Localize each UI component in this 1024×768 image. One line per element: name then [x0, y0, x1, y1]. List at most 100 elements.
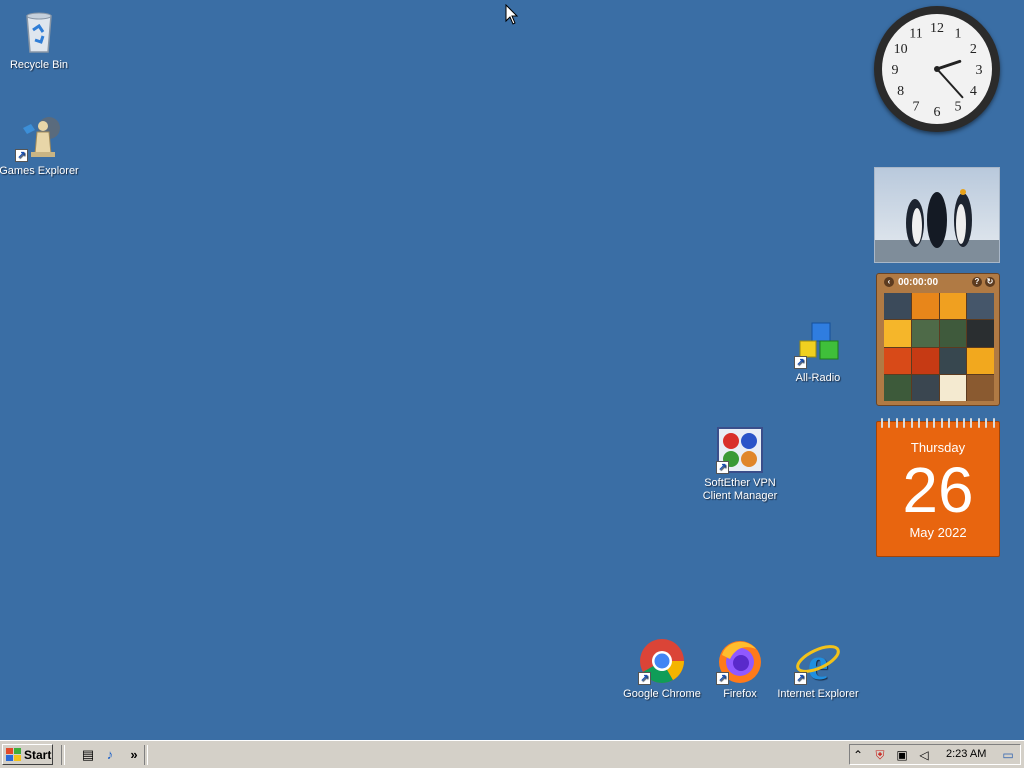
internet-explorer-icon: e ↗	[794, 637, 842, 689]
clock-numeral: 1	[955, 27, 962, 42]
puzzle-tile-empty	[967, 374, 994, 401]
recycle-bin-label: Recycle Bin	[9, 59, 69, 71]
softether-vpn-icon: ↗	[716, 426, 764, 474]
calendar-ring	[948, 418, 951, 428]
calendar-day: 26	[902, 454, 974, 526]
calendar-ring	[925, 418, 928, 428]
expand-tray-icon[interactable]: ⌃	[850, 747, 866, 763]
clock-numeral: 5	[955, 99, 962, 114]
puzzle-tile[interactable]	[967, 320, 994, 347]
clock-numeral: 9	[892, 63, 899, 78]
calendar-ring	[903, 418, 906, 428]
puzzle-tile[interactable]	[967, 347, 994, 374]
shortcut-arrow-icon: ↗	[716, 672, 729, 685]
desktop-icon-google-chrome[interactable]: ↗ Google Chrome	[620, 637, 704, 701]
calendar-ring	[895, 418, 898, 428]
puzzle-help-icon[interactable]: ?	[972, 277, 982, 287]
shortcut-arrow-icon: ↗	[638, 672, 651, 685]
clock-gadget[interactable]: 12 1 2 3 4 5 6 7 8 9 10 11	[874, 6, 1000, 132]
show-desktop-icon[interactable]: ▤	[80, 747, 96, 763]
puzzle-shuffle-icon[interactable]: ↻	[985, 277, 995, 287]
calendar-ring	[985, 418, 988, 428]
taskbar-clock[interactable]: 2:23 AM	[946, 748, 986, 760]
clock-numeral: 8	[897, 84, 904, 99]
taskbar-separator	[61, 745, 65, 765]
clock-numeral: 7	[913, 99, 920, 114]
desktop-icon-recycle-bin[interactable]: Recycle Bin	[0, 8, 81, 72]
shortcut-arrow-icon: ↗	[716, 461, 729, 474]
mouse-cursor-icon	[505, 4, 519, 25]
softether-vpn-label: SoftEther VPN Client Manager	[702, 477, 778, 502]
calendar-weekday: Thursday	[910, 440, 966, 455]
shortcut-arrow-icon: ↗	[15, 149, 28, 162]
puzzle-tile[interactable]	[939, 374, 967, 401]
clock-hour-hand	[935, 59, 962, 71]
network-icon[interactable]: ▣	[894, 747, 910, 763]
shortcut-arrow-icon: ↗	[794, 672, 807, 685]
puzzle-tile[interactable]	[911, 374, 939, 401]
games-explorer-icon: ↗	[15, 114, 63, 162]
quick-launch-more-icon[interactable]: »	[126, 747, 142, 763]
puzzle-tile[interactable]	[967, 293, 994, 320]
clock-minute-hand	[936, 68, 964, 99]
desktop-icon-firefox[interactable]: ↗ Firefox	[698, 637, 782, 701]
security-alert-icon[interactable]: ⛨	[872, 747, 888, 763]
chrome-icon: ↗	[638, 637, 686, 685]
puzzle-grid	[884, 293, 994, 401]
calendar-ring	[881, 418, 883, 428]
clock-numeral: 10	[894, 42, 908, 57]
calendar-ring	[910, 418, 913, 428]
firefox-icon: ↗	[716, 637, 764, 685]
clock-numeral: 2	[970, 42, 977, 57]
start-button[interactable]: Start	[2, 744, 53, 765]
clock-numeral: 12	[930, 21, 944, 36]
google-chrome-label: Google Chrome	[623, 688, 701, 700]
calendar-ring	[970, 418, 973, 428]
puzzle-timer: 00:00:00	[898, 276, 939, 288]
svg-text:e: e	[808, 638, 828, 685]
start-label: Start	[24, 747, 52, 762]
calendar-ring	[992, 418, 995, 428]
taskbar-separator	[144, 745, 148, 765]
puzzle-tile[interactable]	[939, 320, 967, 347]
all-radio-icon: ↗	[794, 321, 842, 369]
recycle-bin-icon	[15, 8, 63, 56]
puzzle-tile[interactable]	[939, 347, 967, 374]
desktop-icon-softether-vpn[interactable]: ↗ SoftEther VPN Client Manager	[698, 426, 782, 503]
calendar-ring	[888, 418, 891, 428]
penguins-image	[875, 168, 999, 262]
clock-numeral: 6	[934, 105, 941, 120]
desktop-icon-internet-explorer[interactable]: e ↗ Internet Explorer	[776, 637, 860, 701]
puzzle-tile[interactable]	[911, 347, 939, 374]
puzzle-tile[interactable]	[884, 347, 911, 374]
internet-explorer-label: Internet Explorer	[777, 688, 859, 700]
calendar-gadget[interactable]: Thursday 26 May 2022	[876, 418, 1000, 557]
calendar-month-year: May 2022	[909, 525, 967, 540]
picture-puzzle-gadget[interactable]: ‹ 00:00:00 ? ↻	[876, 273, 1000, 406]
firefox-label: Firefox	[723, 688, 757, 700]
volume-icon[interactable]: ◁	[916, 747, 932, 763]
all-radio-label: All-Radio	[795, 372, 841, 384]
desktop-icon-games-explorer[interactable]: ↗ Games Explorer	[0, 114, 81, 178]
shortcut-arrow-icon: ↗	[794, 356, 807, 369]
media-player-icon[interactable]: ♪	[102, 747, 118, 763]
puzzle-tile[interactable]	[884, 293, 911, 320]
clock-face: 12 1 2 3 4 5 6 7 8 9 10 11	[882, 14, 992, 124]
clock-numeral: 4	[970, 84, 977, 99]
puzzle-tile[interactable]	[911, 293, 939, 320]
puzzle-tile[interactable]	[884, 374, 911, 401]
slideshow-gadget[interactable]	[874, 167, 1000, 263]
desktop-icon-all-radio[interactable]: ↗ All-Radio	[776, 321, 860, 385]
clock-numeral: 3	[976, 63, 983, 78]
desktop-icon[interactable]: ▭	[1000, 747, 1016, 763]
calendar-ring	[962, 418, 965, 428]
calendar-ring	[918, 418, 921, 428]
system-tray: ⌃ ⛨ ▣ ◁ 2:23 AM ▭	[849, 744, 1021, 765]
taskbar: Start ▤ ♪ » ⌃ ⛨ ▣ ◁ 2:23 AM ▭	[0, 740, 1024, 768]
calendar-ring	[940, 418, 943, 428]
calendar-ring	[955, 418, 958, 428]
puzzle-tile[interactable]	[911, 320, 939, 347]
puzzle-tile[interactable]	[884, 320, 911, 347]
puzzle-tile[interactable]	[939, 293, 967, 320]
puzzle-back-icon[interactable]: ‹	[884, 277, 894, 287]
